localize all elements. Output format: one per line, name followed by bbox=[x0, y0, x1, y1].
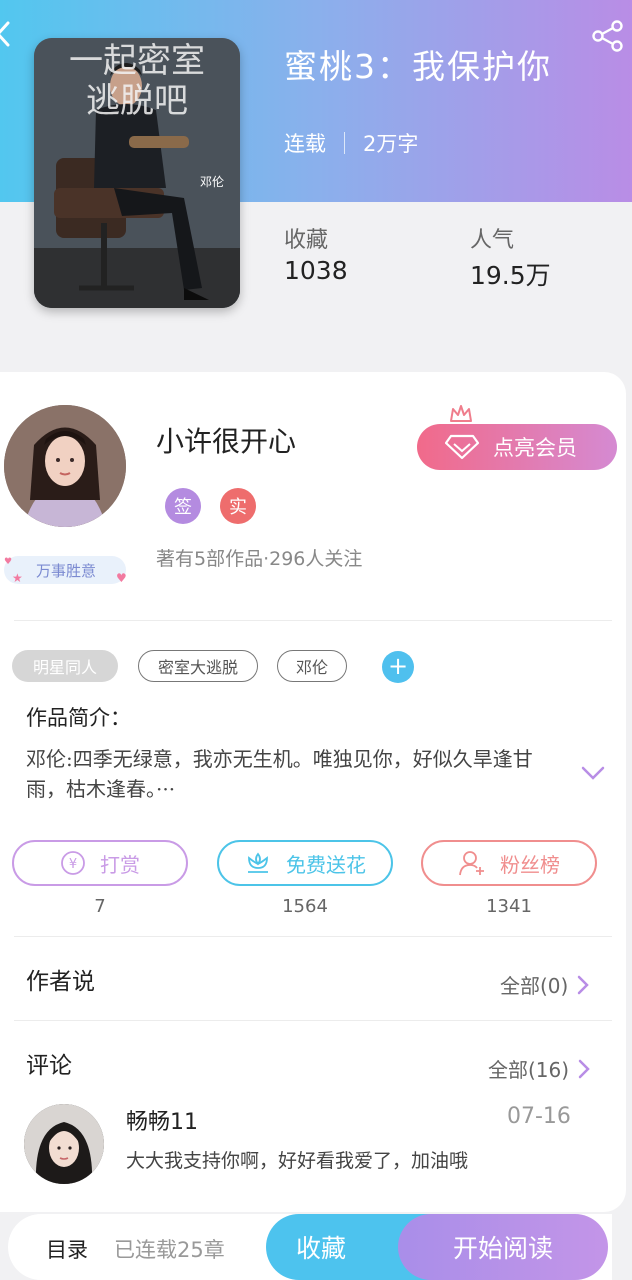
toc-button[interactable]: 目录 bbox=[46, 1234, 88, 1264]
svg-text:★: ★ bbox=[12, 571, 23, 585]
svg-text:¥: ¥ bbox=[69, 857, 77, 872]
intro-title: 作品简介： bbox=[26, 706, 131, 730]
fans-count: 1341 bbox=[486, 896, 532, 917]
vip-button[interactable]: 点亮会员 bbox=[417, 424, 617, 470]
popularity-value: 19.5万 bbox=[470, 261, 551, 290]
author-stats: 著有5部作品·296人关注 bbox=[156, 548, 363, 570]
share-icon[interactable] bbox=[590, 18, 626, 54]
reward-count: 7 bbox=[94, 896, 106, 917]
book-word-count: 2万字 bbox=[363, 132, 419, 156]
author-avatar[interactable] bbox=[4, 405, 126, 527]
comments-title: 评论 bbox=[26, 1053, 72, 1079]
favorites-value: 1038 bbox=[284, 256, 348, 285]
fans-ranking-label: 粉丝榜 bbox=[500, 852, 560, 877]
svg-text:♥: ♥ bbox=[116, 571, 127, 585]
motto-sticker: 万事胜意 ★ ♥ ♥ bbox=[4, 556, 127, 585]
book-meta: 连载 2万字 bbox=[284, 128, 418, 158]
favorite-button-label: 收藏 bbox=[296, 1234, 347, 1263]
comment-date: 07-16 bbox=[507, 1104, 571, 1129]
book-title: 蜜桃3：我保护你 bbox=[284, 47, 552, 86]
chevron-right-icon bbox=[578, 1059, 590, 1078]
commenter-avatar[interactable] bbox=[24, 1104, 104, 1184]
cover-title-top: 一起密室 bbox=[69, 41, 205, 81]
favorites-label: 收藏 bbox=[284, 228, 329, 253]
comments-more-label: 全部(16) bbox=[488, 1058, 570, 1082]
commenter-illustration bbox=[24, 1104, 104, 1184]
flower-count: 1564 bbox=[282, 896, 328, 917]
author-says-more[interactable]: 全部(0) bbox=[500, 970, 590, 999]
divider bbox=[14, 936, 612, 937]
author-says-title: 作者说 bbox=[26, 969, 95, 995]
reward-label: 打赏 bbox=[100, 852, 140, 877]
cover-illustration: 一起密室 逃脱吧 邓伦 bbox=[34, 38, 240, 308]
chapter-count: 已连载25章 bbox=[114, 1238, 225, 1262]
add-tag-button[interactable]: + bbox=[382, 651, 414, 683]
diamond-icon bbox=[445, 434, 479, 460]
reward-button[interactable]: ¥ 打赏 bbox=[12, 840, 188, 886]
author-says-more-label: 全部(0) bbox=[500, 974, 569, 998]
book-status: 连载 bbox=[284, 132, 326, 156]
commenter-name[interactable]: 畅畅11 bbox=[126, 1104, 198, 1136]
tag-item[interactable]: 邓伦 bbox=[277, 650, 347, 682]
start-reading-label: 开始阅读 bbox=[452, 1234, 553, 1263]
chevron-right-icon bbox=[578, 975, 590, 994]
cover-author: 邓伦 bbox=[200, 174, 224, 189]
intro-text: 邓伦:四季无绿意，我亦无生机。唯独见你，好似久旱逢甘雨，枯木逢春。··· bbox=[26, 747, 533, 801]
verified-badge: 实 bbox=[220, 488, 256, 524]
fans-icon bbox=[459, 851, 484, 876]
back-icon[interactable] bbox=[0, 20, 14, 48]
tag-item[interactable]: 密室大逃脱 bbox=[138, 650, 258, 682]
signed-badge: 签 bbox=[165, 488, 201, 524]
chevron-down-icon[interactable] bbox=[580, 764, 606, 782]
author-name[interactable]: 小许很开心 bbox=[156, 420, 296, 460]
tag-item[interactable]: 明星同人 bbox=[12, 650, 118, 682]
avatar-illustration bbox=[4, 405, 126, 527]
book-cover[interactable]: 一起密室 逃脱吧 邓伦 bbox=[34, 38, 240, 308]
divider bbox=[14, 620, 612, 621]
flower-icon bbox=[248, 852, 268, 873]
yuan-icon: ¥ bbox=[61, 851, 85, 875]
fans-ranking-button[interactable]: 粉丝榜 bbox=[421, 840, 597, 886]
vip-button-label: 点亮会员 bbox=[493, 436, 577, 460]
motto-text: 万事胜意 bbox=[36, 562, 96, 580]
svg-text:♥: ♥ bbox=[4, 557, 12, 567]
popularity-label: 人气 bbox=[470, 228, 515, 253]
start-reading-button[interactable]: 开始阅读 bbox=[398, 1214, 608, 1280]
send-flower-label: 免费送花 bbox=[286, 852, 366, 877]
cover-title-bottom: 逃脱吧 bbox=[86, 81, 188, 121]
crown-icon bbox=[450, 405, 472, 422]
meta-divider bbox=[344, 132, 345, 154]
send-flower-button[interactable]: 免费送花 bbox=[217, 840, 393, 886]
comment-text: 大大我支持你啊，好好看我爱了，加油哦 bbox=[126, 1150, 469, 1172]
comments-more[interactable]: 全部(16) bbox=[488, 1054, 591, 1083]
divider bbox=[14, 1020, 612, 1021]
